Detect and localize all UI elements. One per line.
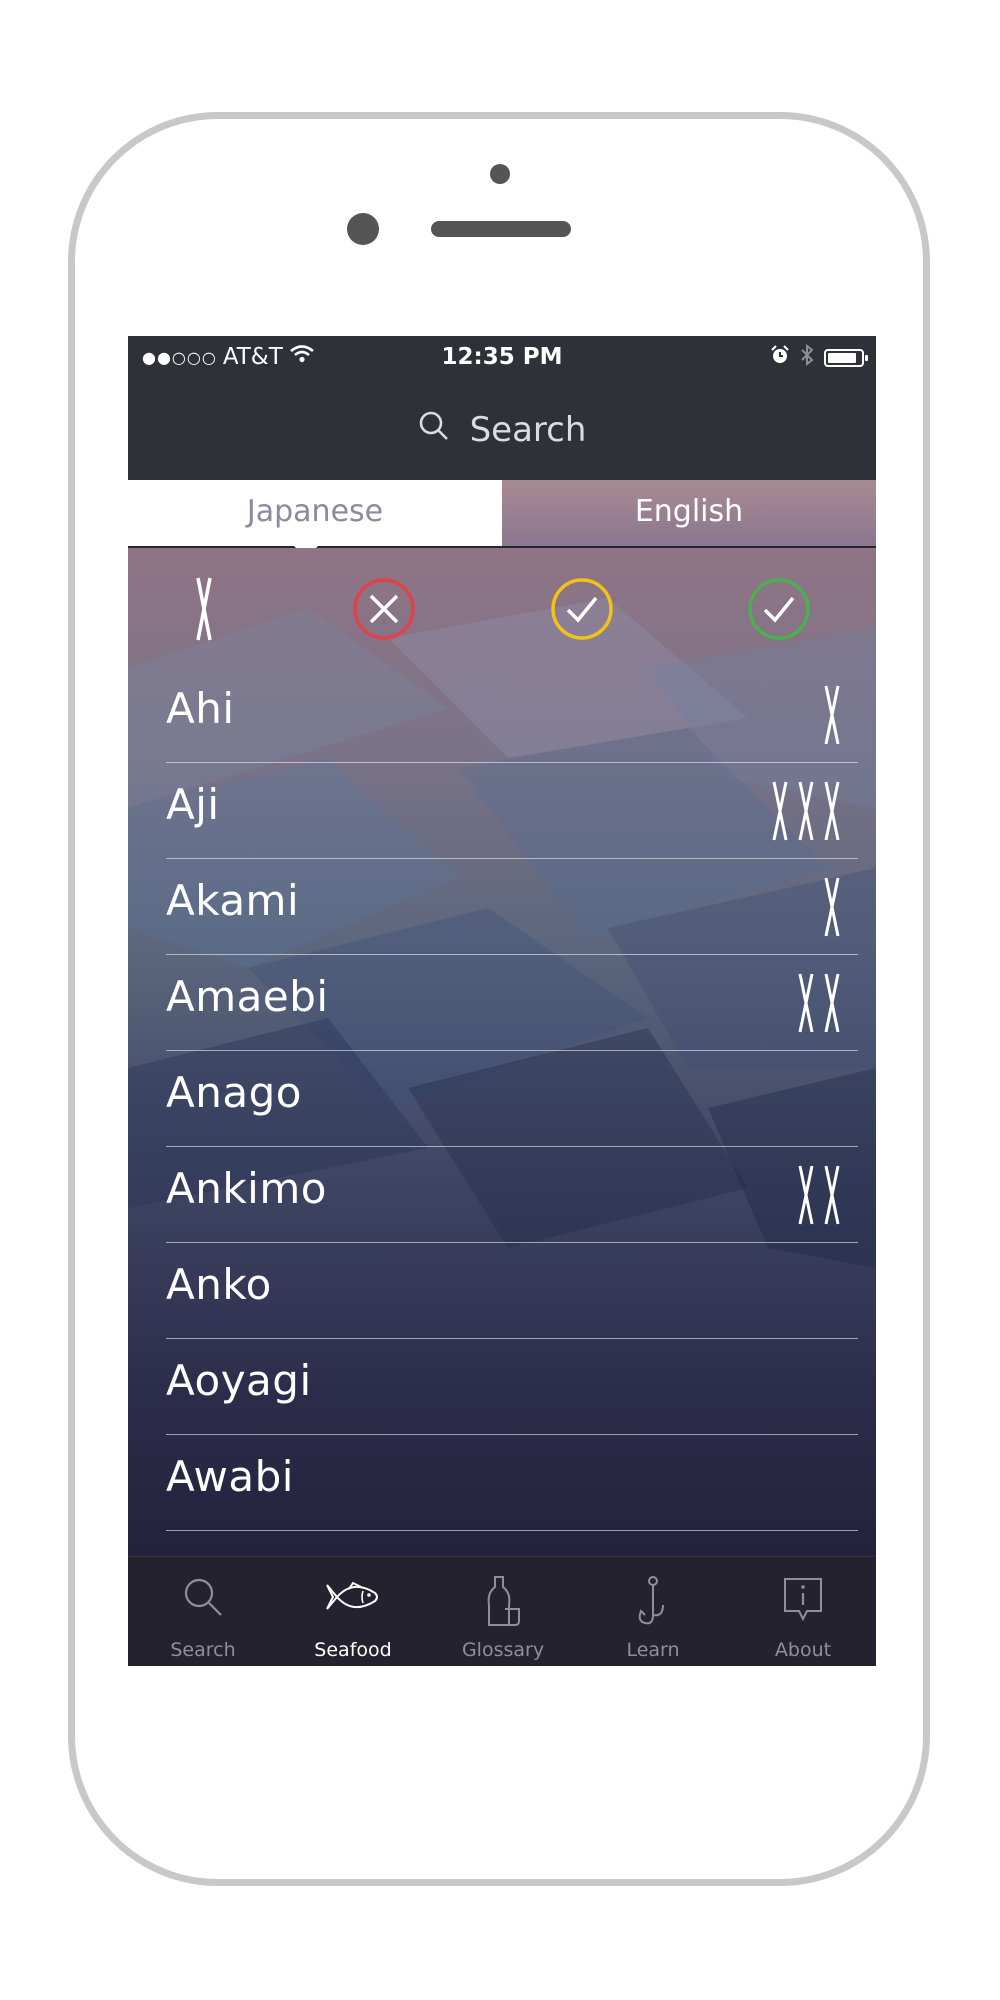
seafood-name: Aji — [166, 780, 220, 829]
tab-label: Search — [170, 1639, 236, 1661]
tab-label: Learn — [626, 1639, 680, 1661]
fish-hook-icon — [633, 1575, 673, 1633]
tab-seafood[interactable]: Seafood — [278, 1557, 428, 1666]
app-screen: ●●○○○ AT&T 12:35 PM Search Japanese Engl… — [128, 336, 876, 1666]
tab-search[interactable]: Search — [128, 1557, 278, 1666]
language-segmented-control: Japanese English — [128, 480, 876, 558]
list-item[interactable]: Anko — [166, 1242, 858, 1339]
tab-about[interactable]: About — [728, 1557, 876, 1666]
chopsticks-icon — [798, 973, 814, 1033]
check-circle-icon — [746, 578, 812, 646]
tab-label: Glossary — [461, 1639, 545, 1661]
fish-icon — [323, 1575, 383, 1623]
tried-filter[interactable] — [549, 576, 615, 642]
not-tried-filter[interactable] — [351, 576, 417, 642]
status-bar: ●●○○○ AT&T 12:35 PM — [128, 336, 876, 380]
chopsticks-filter[interactable] — [171, 576, 237, 642]
chopsticks-icon — [798, 781, 814, 841]
seafood-name: Akami — [166, 876, 300, 925]
chopsticks-rating — [822, 876, 842, 938]
list-item[interactable]: Anago — [166, 1050, 858, 1147]
alarm-icon — [770, 345, 790, 371]
list-item[interactable]: Amaebi — [166, 954, 858, 1051]
seafood-name: Amaebi — [166, 972, 329, 1021]
tab-label: Seafood — [314, 1639, 392, 1661]
chopsticks-icon — [772, 781, 788, 841]
tab-label: About — [774, 1639, 832, 1661]
chopsticks-icon — [824, 1165, 840, 1225]
tab-glossary[interactable]: Glossary — [428, 1557, 578, 1666]
seafood-name: Anko — [166, 1260, 272, 1309]
info-bubble-icon — [781, 1575, 825, 1629]
search-placeholder: Search — [469, 410, 587, 450]
list-item[interactable]: Ankimo — [166, 1146, 858, 1243]
battery-icon — [824, 349, 868, 367]
seafood-name: Ankimo — [166, 1164, 327, 1213]
filter-bar — [128, 548, 876, 664]
seafood-name: Ahi — [166, 684, 235, 733]
chopsticks-icon — [824, 877, 840, 937]
check-circle-icon — [549, 578, 615, 646]
list-item[interactable]: Akami — [166, 858, 858, 955]
x-circle-icon — [351, 578, 417, 646]
chopsticks-rating — [822, 684, 842, 746]
search-icon — [181, 1575, 225, 1623]
liked-filter[interactable] — [746, 576, 812, 642]
list-item[interactable]: Awabi — [166, 1434, 858, 1531]
bluetooth-icon — [800, 343, 814, 372]
status-time: 12:35 PM — [441, 344, 563, 370]
tab-japanese[interactable]: Japanese — [128, 480, 502, 546]
search-icon — [418, 410, 450, 451]
chopsticks-icon — [171, 577, 237, 646]
chopsticks-icon — [824, 973, 840, 1033]
earpiece-speaker — [431, 221, 571, 237]
list-item[interactable]: Ahi — [166, 666, 858, 763]
seafood-name: Aoyagi — [166, 1356, 312, 1405]
tab-learn[interactable]: Learn — [578, 1557, 728, 1666]
list-item[interactable]: Aoyagi — [166, 1338, 858, 1435]
front-camera — [490, 164, 510, 184]
chopsticks-icon — [798, 1165, 814, 1225]
chopsticks-icon — [824, 685, 840, 745]
proximity-sensor — [347, 213, 379, 245]
sake-bottle-icon — [481, 1575, 525, 1633]
seafood-name: Anago — [166, 1068, 302, 1117]
chopsticks-rating — [796, 1164, 842, 1226]
tab-english[interactable]: English — [502, 480, 876, 546]
search-bar[interactable]: Search — [128, 380, 876, 480]
seafood-name: Awabi — [166, 1452, 294, 1501]
chopsticks-rating — [770, 780, 842, 842]
tab-bar: Search Seafood Glossary Learn About — [128, 1556, 876, 1666]
chopsticks-icon — [824, 781, 840, 841]
chopsticks-rating — [796, 972, 842, 1034]
list-item[interactable]: Aji — [166, 762, 858, 859]
